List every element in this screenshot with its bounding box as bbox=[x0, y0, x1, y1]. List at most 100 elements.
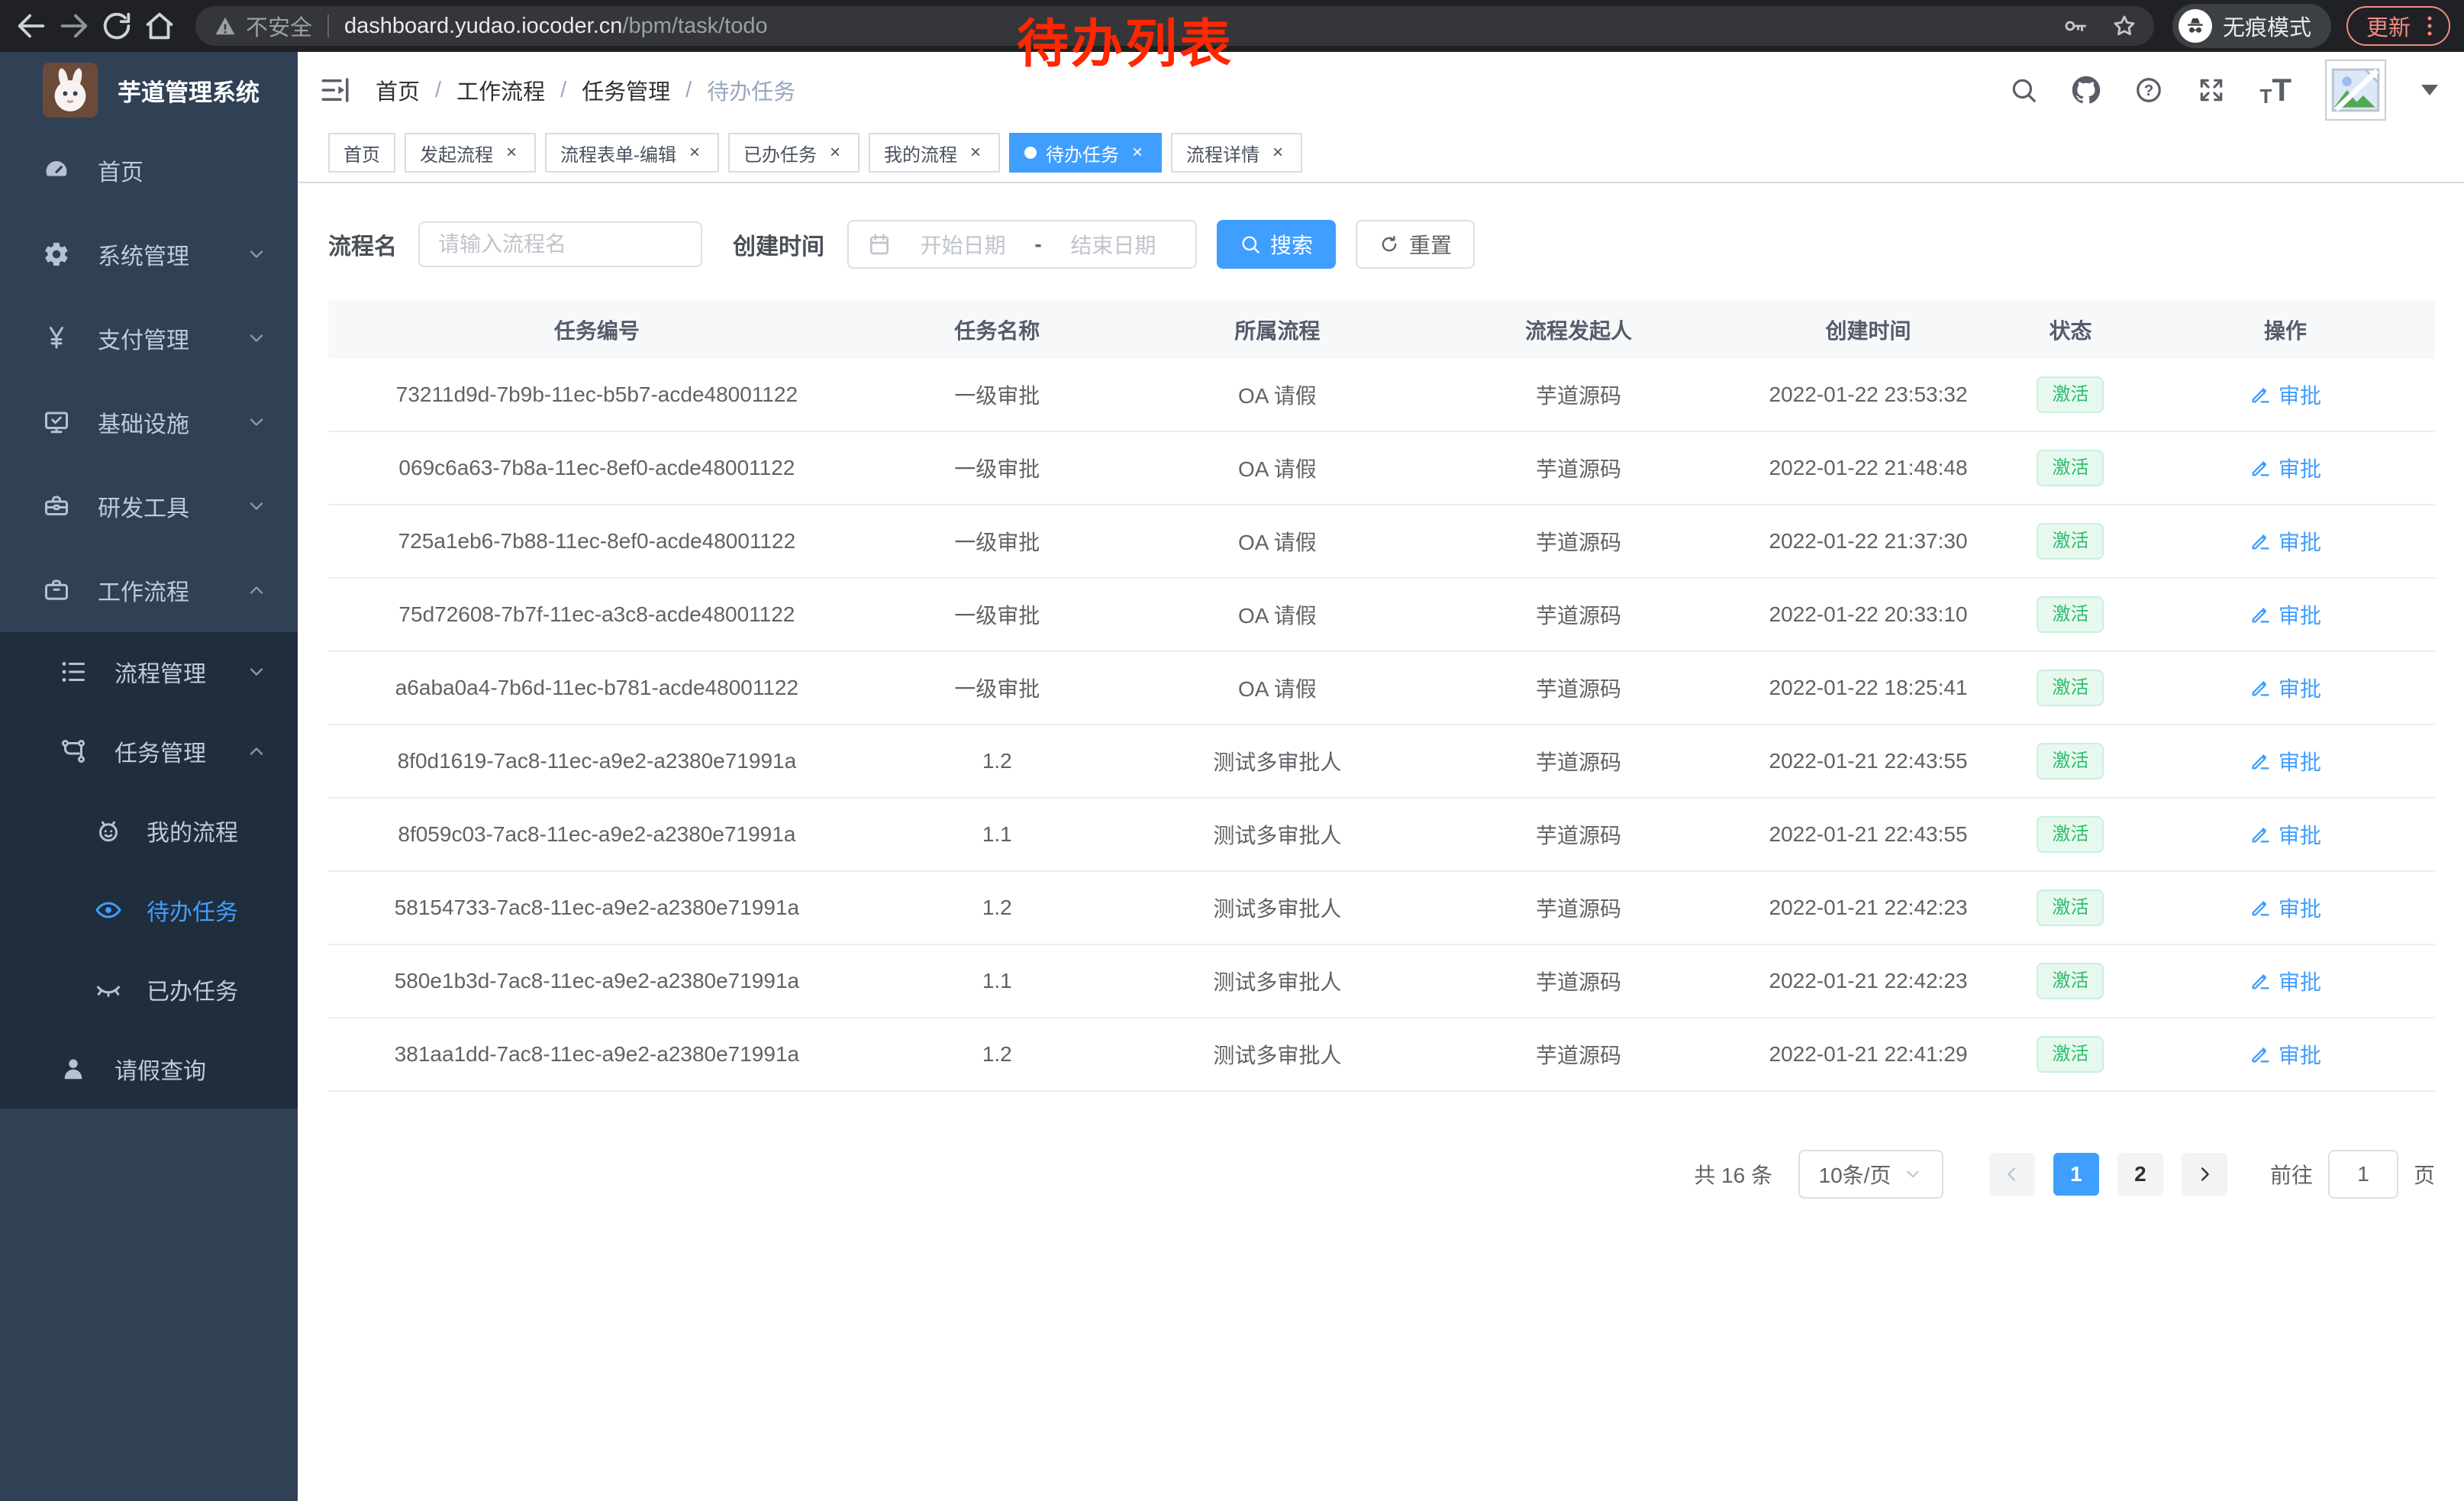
sidebar-menu-item[interactable]: 工作流程 bbox=[0, 548, 298, 632]
cell-process: 测试多审批人 bbox=[1129, 1039, 1426, 1070]
font-size-icon[interactable]: TT bbox=[2259, 74, 2291, 106]
sidebar-menu-item[interactable]: 系统管理 bbox=[0, 212, 298, 296]
browser-update-button[interactable]: 更新 bbox=[2346, 6, 2450, 46]
cell-starter: 芋道源码 bbox=[1426, 526, 1731, 557]
status-badge: 激活 bbox=[2037, 596, 2104, 633]
approve-link[interactable]: 审批 bbox=[2250, 526, 2321, 557]
cell-task-name: 一级审批 bbox=[866, 526, 1129, 557]
cell-process: 测试多审批人 bbox=[1129, 819, 1426, 850]
goto-page-input[interactable] bbox=[2328, 1150, 2398, 1199]
reload-icon[interactable] bbox=[99, 8, 134, 44]
fullscreen-icon[interactable] bbox=[2197, 76, 2226, 105]
next-page-button[interactable] bbox=[2182, 1153, 2227, 1196]
view-tab[interactable]: 首页 bbox=[328, 133, 395, 173]
process-name-input[interactable] bbox=[418, 221, 702, 267]
cell-task-name: 一级审批 bbox=[866, 673, 1129, 703]
view-tab[interactable]: 待办任务 bbox=[1009, 133, 1162, 173]
cell-starter: 芋道源码 bbox=[1426, 599, 1731, 630]
view-tab[interactable]: 流程表单-编辑 bbox=[545, 133, 719, 173]
search-button[interactable]: 搜索 bbox=[1217, 220, 1336, 269]
sidebar-fold-icon[interactable] bbox=[319, 74, 351, 106]
breadcrumb-item[interactable]: 工作流程 bbox=[456, 74, 545, 106]
app-logo-row[interactable]: 芋道管理系统 bbox=[0, 52, 298, 128]
url-host: dashboard.yudao.iocoder.cn bbox=[344, 14, 622, 39]
edit-pencil-icon bbox=[2250, 457, 2271, 479]
approve-link[interactable]: 审批 bbox=[2250, 1039, 2321, 1070]
view-tab[interactable]: 已办任务 bbox=[728, 133, 859, 173]
tab-close-icon[interactable] bbox=[502, 144, 521, 162]
tab-close-icon[interactable] bbox=[1128, 144, 1147, 162]
app-title: 芋道管理系统 bbox=[118, 73, 260, 108]
tab-close-icon[interactable] bbox=[966, 144, 985, 162]
sidebar-submenu-item[interactable]: 待办任务 bbox=[0, 870, 298, 950]
tags-view-bar: 首页 发起流程 流程表单-编辑 已办任务 bbox=[298, 128, 2464, 183]
home-icon[interactable] bbox=[142, 8, 177, 44]
sidebar-submenu-item[interactable]: 请假查询 bbox=[0, 1029, 298, 1109]
back-icon[interactable] bbox=[14, 8, 49, 44]
sidebar-subitem-label: 已办任务 bbox=[147, 973, 246, 1006]
approve-link[interactable]: 审批 bbox=[2250, 819, 2321, 850]
prev-page-button[interactable] bbox=[1989, 1153, 2035, 1196]
sidebar-item-label: 系统管理 bbox=[98, 237, 246, 271]
chevron-left-icon bbox=[2001, 1164, 2023, 1185]
sidebar-submenu-item[interactable]: 我的流程 bbox=[0, 791, 298, 870]
github-icon[interactable] bbox=[2072, 76, 2101, 105]
status-badge: 激活 bbox=[2037, 1036, 2104, 1073]
sidebar-menu-item[interactable]: 基础设施 bbox=[0, 380, 298, 464]
tab-close-icon[interactable] bbox=[826, 144, 844, 162]
view-tab[interactable]: 流程详情 bbox=[1171, 133, 1302, 173]
reset-button[interactable]: 重置 bbox=[1356, 220, 1475, 269]
omnibox-divider bbox=[327, 15, 329, 37]
cell-process: 测试多审批人 bbox=[1129, 893, 1426, 923]
page-size-select[interactable]: 10条/页 bbox=[1798, 1150, 1943, 1199]
sidebar-submenu-item[interactable]: 任务管理 bbox=[0, 712, 298, 791]
tab-close-icon[interactable] bbox=[685, 144, 704, 162]
sidebar-submenu-item[interactable]: 已办任务 bbox=[0, 950, 298, 1029]
approve-link[interactable]: 审批 bbox=[2250, 599, 2321, 630]
tab-label: 我的流程 bbox=[884, 140, 957, 166]
page-content: 流程名 创建时间 开始日期 - 结束日期 搜索 重置 bbox=[298, 183, 2464, 1501]
view-tab[interactable]: 我的流程 bbox=[869, 133, 1000, 173]
sidebar-menu-item[interactable]: 研发工具 bbox=[0, 464, 298, 548]
cell-created: 2022-01-21 22:41:29 bbox=[1731, 1042, 2005, 1067]
approve-link[interactable]: 审批 bbox=[2250, 379, 2321, 410]
date-range-input[interactable]: 开始日期 - 结束日期 bbox=[847, 220, 1197, 269]
cell-task-id: 8f059c03-7ac8-11ec-a9e2-a2380e71991a bbox=[328, 822, 866, 847]
cell-created: 2022-01-22 21:37:30 bbox=[1731, 529, 2005, 554]
cell-process: OA 请假 bbox=[1129, 379, 1426, 410]
forward-icon[interactable] bbox=[56, 8, 92, 44]
help-icon[interactable]: ? bbox=[2134, 76, 2163, 105]
tab-label: 流程详情 bbox=[1186, 140, 1259, 166]
cell-task-id: 725a1eb6-7b88-11ec-8ef0-acde48001122 bbox=[328, 529, 866, 554]
browser-menu-dots-icon[interactable] bbox=[2417, 13, 2443, 39]
search-icon[interactable] bbox=[2009, 76, 2038, 105]
bookmark-star-icon[interactable] bbox=[2111, 13, 2137, 39]
tab-label: 发起流程 bbox=[420, 140, 493, 166]
breadcrumb-item[interactable]: 任务管理 bbox=[582, 74, 670, 106]
approve-link[interactable]: 审批 bbox=[2250, 966, 2321, 996]
page-number-button[interactable]: 2 bbox=[2117, 1153, 2163, 1196]
sidebar-item-label: 工作流程 bbox=[98, 573, 246, 607]
approve-link[interactable]: 审批 bbox=[2250, 673, 2321, 703]
sidebar-submenu-item[interactable]: 流程管理 bbox=[0, 632, 298, 712]
cell-created: 2022-01-21 22:42:23 bbox=[1731, 969, 2005, 993]
sidebar-menu-item[interactable]: 支付管理 bbox=[0, 296, 298, 380]
avatar[interactable] bbox=[2325, 60, 2386, 121]
table-body: 73211d9d-7b9b-11ec-b5b7-acde48001122 一级审… bbox=[328, 359, 2435, 1092]
breadcrumb-item[interactable]: 首页 bbox=[376, 74, 420, 106]
password-key-icon[interactable] bbox=[2062, 13, 2088, 39]
sidebar-menu-item[interactable]: 首页 bbox=[0, 128, 298, 212]
total-count: 共 16 条 bbox=[1694, 1159, 1772, 1190]
cell-task-name: 1.2 bbox=[866, 749, 1129, 773]
goto-suffix: 页 bbox=[2414, 1159, 2435, 1190]
approve-link[interactable]: 审批 bbox=[2250, 746, 2321, 776]
tab-close-icon[interactable] bbox=[1269, 144, 1287, 162]
cell-starter: 芋道源码 bbox=[1426, 819, 1731, 850]
create-time-label: 创建时间 bbox=[733, 228, 824, 261]
view-tab[interactable]: 发起流程 bbox=[405, 133, 536, 173]
breadcrumb-item[interactable]: 待办任务 bbox=[707, 74, 795, 106]
approve-link[interactable]: 审批 bbox=[2250, 893, 2321, 923]
approve-link[interactable]: 审批 bbox=[2250, 453, 2321, 483]
avatar-caret-down-icon[interactable] bbox=[2421, 85, 2438, 95]
page-number-button[interactable]: 1 bbox=[2053, 1153, 2099, 1196]
